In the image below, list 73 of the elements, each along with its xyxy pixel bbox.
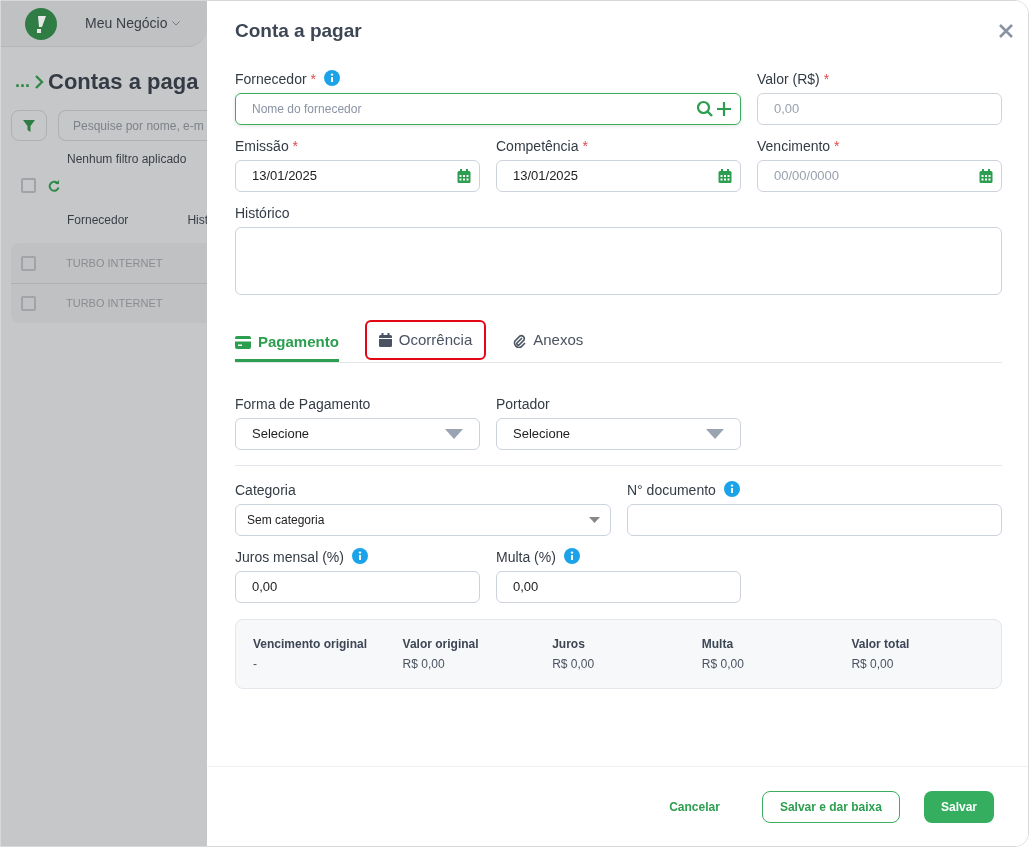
modal-title: Conta a pagar <box>235 18 362 43</box>
field-label: Portador <box>496 395 551 412</box>
dropdown-arrow-icon <box>706 429 724 439</box>
summary-value: R$ 0,00 <box>701 656 745 673</box>
supplier-field[interactable]: Nome do fornecedor <box>235 93 741 125</box>
summary-value: R$ 0,00 <box>402 656 446 673</box>
chevron-down-icon[interactable] <box>171 21 180 26</box>
info-icon[interactable] <box>563 548 580 564</box>
info-icon[interactable] <box>351 548 368 564</box>
card-icon <box>235 335 251 349</box>
search-icon[interactable] <box>696 100 714 118</box>
field-label: Categoria <box>235 481 297 498</box>
percent-field[interactable]: 0,00 <box>496 571 741 603</box>
checkbox[interactable] <box>21 296 36 311</box>
field-label: Histórico <box>235 204 291 221</box>
logo-icon[interactable] <box>25 7 57 40</box>
dropdown-arrow-icon <box>445 429 463 439</box>
summary-label: Vencimento original <box>253 636 369 653</box>
required-mark: * <box>582 138 588 154</box>
field-label: Forma de Pagamento <box>235 395 372 412</box>
summary-value: - <box>253 656 258 673</box>
required-mark: * <box>292 138 299 154</box>
calendar-icon[interactable] <box>979 169 993 183</box>
field-label: Juros mensal (%) <box>235 547 480 565</box>
tab[interactable]: Pagamento <box>235 322 339 362</box>
history-field[interactable] <box>235 227 1002 295</box>
info-icon[interactable] <box>723 481 740 497</box>
select-field[interactable]: Selecione <box>235 418 480 450</box>
summary-label: Valor total <box>851 636 911 653</box>
filter-icon <box>23 119 35 132</box>
tab[interactable]: Anexos <box>512 320 584 360</box>
tab[interactable]: Ocorrência <box>364 320 487 360</box>
paperclip-icon <box>512 332 527 348</box>
required-mark: * <box>834 138 840 154</box>
dropdown-arrow-icon <box>589 517 600 523</box>
save-and-settle-button[interactable]: Salvar e dar baixa <box>761 790 900 823</box>
add-icon[interactable] <box>716 101 732 117</box>
required-mark: * <box>310 71 316 87</box>
calendar-icon <box>378 333 392 347</box>
document-field[interactable] <box>627 504 1002 536</box>
percent-field[interactable]: 0,00 <box>235 571 480 603</box>
column-header: Hist <box>187 212 209 229</box>
summary-label: Multa <box>701 636 735 653</box>
refresh-icon[interactable] <box>48 179 60 192</box>
filter-status: Nenhum filtro aplicado <box>66 151 188 168</box>
field-label: Valor (R$) * <box>757 70 831 87</box>
filter-button[interactable] <box>11 110 47 141</box>
required-mark: * <box>823 71 830 87</box>
field-label: Emissão * <box>235 137 300 154</box>
summary-value: R$ 0,00 <box>552 656 596 673</box>
checkbox[interactable] <box>21 255 36 271</box>
category-select[interactable]: Sem categoria <box>235 504 611 536</box>
field-label: N° documento <box>627 480 1002 498</box>
info-icon[interactable] <box>323 70 340 86</box>
cancel-button[interactable]: Cancelar <box>659 797 730 816</box>
close-icon[interactable] <box>998 23 1014 39</box>
field-label: Vencimento * <box>757 137 841 154</box>
summary-label: Valor original <box>402 636 480 653</box>
calendar-icon[interactable] <box>457 169 471 183</box>
summary-label: Juros <box>552 636 586 653</box>
date-field[interactable]: 13/01/2025 <box>235 160 480 192</box>
field-label: Fornecedor * <box>235 69 741 87</box>
chevron-icon <box>34 73 44 90</box>
column-header: Fornecedor <box>67 212 129 229</box>
field-label: Multa (%) <box>496 547 741 565</box>
summary-value: R$ 0,00 <box>851 656 895 673</box>
calendar-icon[interactable] <box>718 169 732 183</box>
checkbox[interactable] <box>21 178 36 193</box>
field-label: Competência * <box>496 137 589 154</box>
select-field[interactable]: Selecione <box>496 418 741 450</box>
date-field[interactable]: 13/01/2025 <box>496 160 741 192</box>
page-title: Contas a paga <box>48 68 199 96</box>
business-selector[interactable]: Meu Negócio <box>85 13 168 34</box>
